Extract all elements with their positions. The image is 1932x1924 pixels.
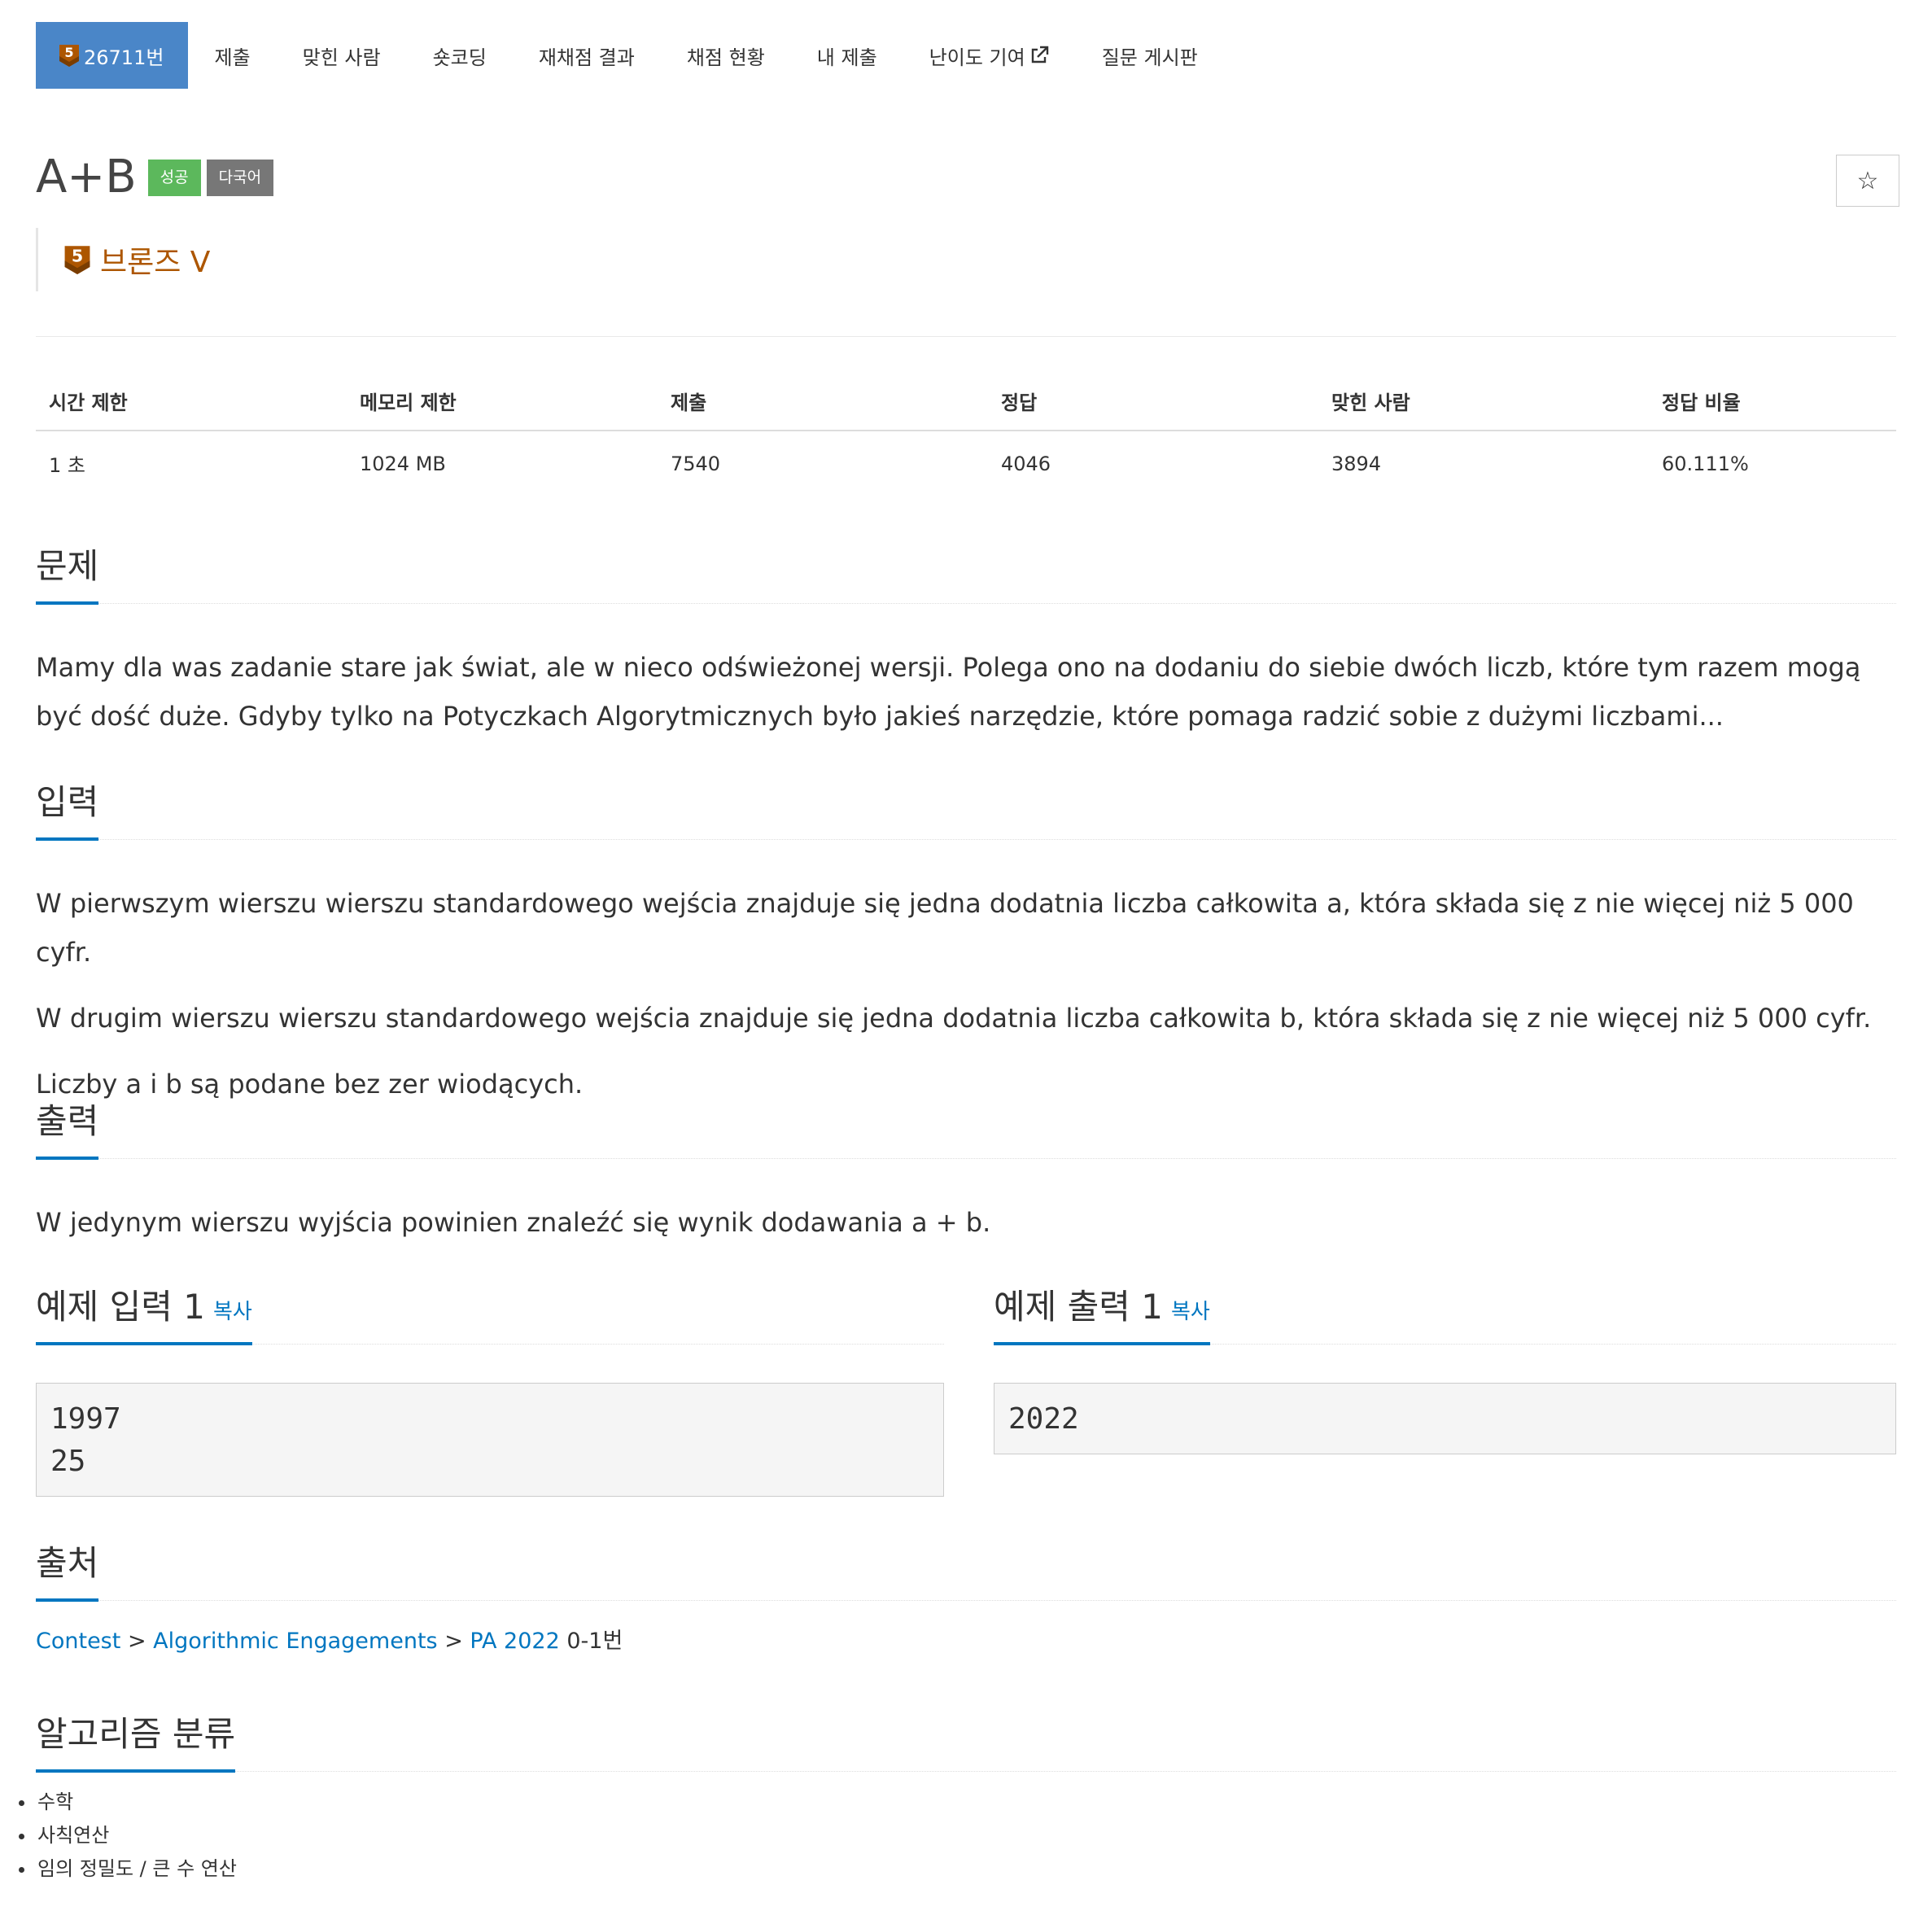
th-memory-limit: 메모리 제한 — [347, 376, 658, 431]
output-paragraph: W jedynym wierszu wyjścia powinien znale… — [36, 1207, 991, 1238]
th-solvers: 맞힌 사람 — [1318, 376, 1649, 431]
input-text: W pierwszym wierszu wierszu standardoweg… — [36, 879, 1896, 1108]
tab-rejudge[interactable]: 재채점 결과 — [513, 22, 661, 89]
tab-solvers-label: 맞힌 사람 — [302, 46, 381, 69]
td-memory-limit: 1024 MB — [360, 452, 446, 475]
sample-output-box[interactable]: 2022 — [994, 1383, 1896, 1454]
source-breadcrumb: Contest > Algorithmic Engagements > PA 2… — [36, 1623, 623, 1655]
external-link-icon — [1031, 46, 1048, 63]
algo-item[interactable]: 임의 정밀도 / 큰 수 연산 — [36, 1852, 237, 1886]
th-submissions: 제출 — [658, 376, 988, 431]
sample-input-title: 예제 입력 1 — [36, 1287, 205, 1327]
description-title: 문제 — [36, 539, 99, 605]
tab-my-submissions-label: 내 제출 — [816, 46, 877, 69]
tab-my-submissions[interactable]: 내 제출 — [791, 22, 903, 89]
output-section-header: 출력 — [36, 1094, 1896, 1160]
tier-text[interactable]: 브론즈 V — [100, 238, 210, 281]
bronze-tier-icon: 5 — [59, 45, 79, 67]
algo-list: 수학 사칙연산 임의 정밀도 / 큰 수 연산 — [13, 1786, 237, 1886]
td-time-limit: 1 초 — [49, 454, 85, 477]
source-section-header: 출처 — [36, 1536, 1896, 1602]
problem-info-table: 시간 제한 메모리 제한 제출 정답 맞힌 사람 정답 비율 1 초 1024 … — [36, 376, 1896, 496]
sample-input-box[interactable]: 1997 25 — [36, 1383, 944, 1497]
th-accepted: 정답 — [988, 376, 1318, 431]
sample-input-header: 예제 입력 1 복사 — [36, 1279, 944, 1345]
copy-output-button[interactable]: 복사 — [1171, 1300, 1210, 1324]
copy-input-button[interactable]: 복사 — [213, 1300, 252, 1324]
table-header-row: 시간 제한 메모리 제한 제출 정답 맞힌 사람 정답 비율 — [36, 376, 1896, 431]
tab-rejudge-label: 재채점 결과 — [538, 46, 635, 69]
algo-item[interactable]: 사칙연산 — [36, 1819, 237, 1852]
sample-output-title: 예제 출력 1 — [994, 1287, 1163, 1327]
td-solvers: 3894 — [1331, 452, 1382, 475]
problem-title: A+B — [36, 151, 137, 203]
td-submissions: 7540 — [671, 452, 721, 475]
source-problem-number: 0-1번 — [566, 1629, 623, 1654]
problem-nav: 5 26711번 제출 맞힌 사람 숏코딩 재채점 결과 채점 현황 내 제출 … — [36, 22, 1224, 89]
tab-problem[interactable]: 5 26711번 — [36, 22, 189, 89]
description-text: Mamy dla was zadanie stare jak świat, al… — [36, 643, 1896, 741]
breadcrumb-separator: > — [444, 1629, 463, 1654]
tier-number: 5 — [72, 247, 83, 266]
tier-number: 5 — [64, 45, 73, 60]
tab-board[interactable]: 질문 게시판 — [1076, 22, 1224, 89]
breadcrumb-separator: > — [127, 1629, 146, 1654]
star-button[interactable]: ☆ — [1836, 155, 1899, 207]
source-link-pa2022[interactable]: PA 2022 — [470, 1629, 559, 1654]
output-title: 출력 — [36, 1094, 99, 1160]
tab-status[interactable]: 채점 현황 — [661, 22, 791, 89]
output-text: W jedynym wierszu wyjścia powinien znale… — [36, 1198, 1896, 1247]
algo-title: 알고리즘 분류 — [36, 1707, 236, 1773]
input-section-header: 입력 — [36, 775, 1896, 841]
source-link-engagements[interactable]: Algorithmic Engagements — [153, 1629, 437, 1654]
sample-output-header: 예제 출력 1 복사 — [994, 1279, 1896, 1345]
multilang-label[interactable]: 다국어 — [206, 159, 274, 196]
description-section-header: 문제 — [36, 539, 1896, 605]
tab-status-label: 채점 현황 — [686, 46, 765, 69]
tab-submit-label: 제출 — [214, 46, 251, 69]
tier-block: 5 브론즈 V — [36, 228, 210, 291]
table-row: 1 초 1024 MB 7540 4046 3894 60.111% — [36, 431, 1896, 496]
tab-board-label: 질문 게시판 — [1101, 46, 1198, 69]
th-ratio: 정답 비율 — [1649, 376, 1896, 431]
tab-difficulty[interactable]: 난이도 기여 — [903, 22, 1076, 89]
tab-difficulty-label: 난이도 기여 — [929, 46, 1025, 69]
title-row: A+B 성공 다국어 — [36, 155, 279, 200]
divider — [36, 336, 1896, 337]
tab-problem-label: 26711번 — [84, 46, 164, 69]
input-title: 입력 — [36, 775, 99, 841]
success-label: 성공 — [147, 159, 201, 196]
tab-short-coding-label: 숏코딩 — [432, 46, 487, 69]
tab-submit[interactable]: 제출 — [188, 22, 276, 89]
source-link-contest[interactable]: Contest — [36, 1629, 120, 1654]
input-line-1: W pierwszym wierszu wierszu standardoweg… — [36, 888, 1854, 968]
tab-solvers[interactable]: 맞힌 사람 — [277, 22, 407, 89]
algo-section-header: 알고리즘 분류 — [36, 1707, 1896, 1773]
star-icon: ☆ — [1856, 166, 1879, 195]
source-title: 출처 — [36, 1536, 99, 1602]
description-paragraph: Mamy dla was zadanie stare jak świat, al… — [36, 652, 1861, 732]
bronze-tier-icon: 5 — [64, 246, 90, 274]
input-line-2: W drugim wierszu wierszu standardowego w… — [36, 1003, 1872, 1034]
td-ratio: 60.111% — [1662, 452, 1749, 475]
tab-short-coding[interactable]: 숏코딩 — [407, 22, 513, 89]
th-time-limit: 시간 제한 — [36, 376, 347, 431]
td-accepted: 4046 — [1001, 452, 1051, 475]
algo-item[interactable]: 수학 — [36, 1786, 237, 1819]
